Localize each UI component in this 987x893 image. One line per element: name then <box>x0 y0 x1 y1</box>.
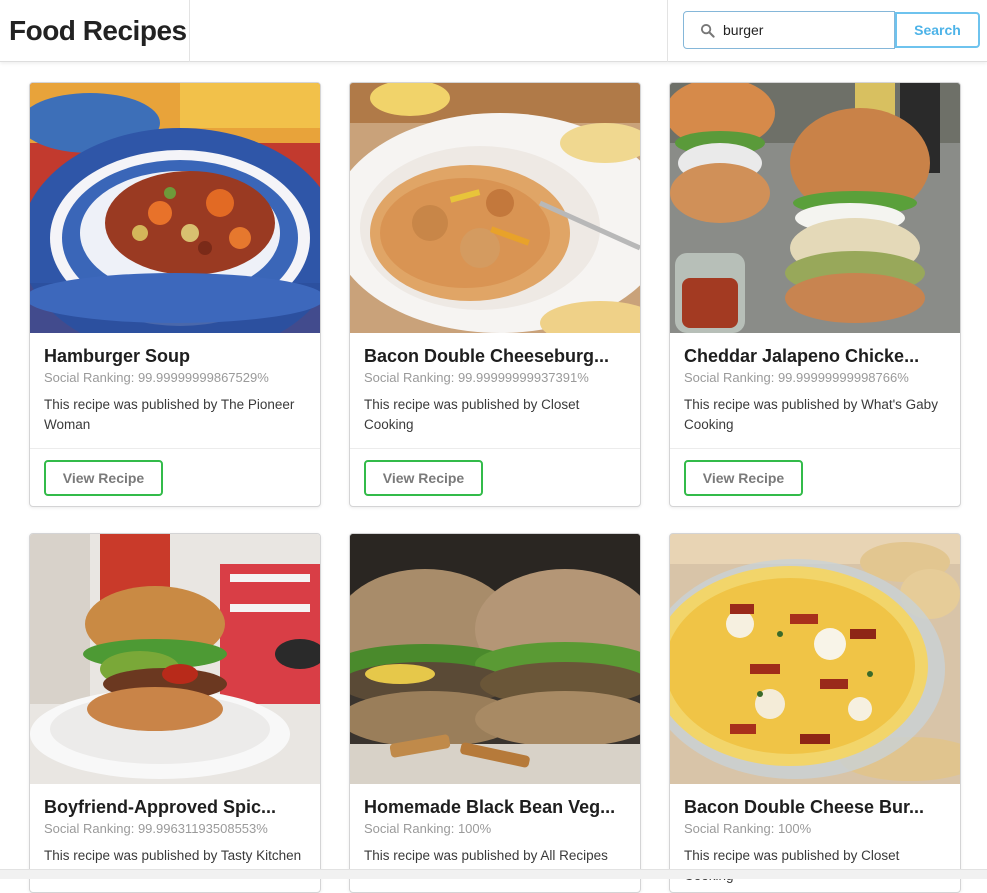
social-ranking: Social Ranking: 99.99999999867529% <box>44 370 269 385</box>
recipe-image[interactable] <box>30 83 320 333</box>
recipe-publisher: This recipe was published by Closet Cook… <box>364 397 580 432</box>
recipe-title[interactable]: Bacon Double Cheese Bur... <box>684 796 946 819</box>
card-content: Cheddar Jalapeno Chicke... Social Rankin… <box>670 333 960 435</box>
recipe-card: Bacon Double Cheeseburg... Social Rankin… <box>349 82 641 507</box>
recipe-image[interactable] <box>670 83 960 333</box>
view-recipe-button[interactable]: View Recipe <box>44 460 163 496</box>
recipe-publisher: This recipe was published by All Recipes <box>364 848 608 863</box>
recipe-title[interactable]: Hamburger Soup <box>44 345 306 368</box>
recipe-publisher: This recipe was published by Tasty Kitch… <box>44 848 302 863</box>
recipe-publisher: This recipe was published by The Pioneer… <box>44 397 295 432</box>
card-content: Bacon Double Cheeseburg... Social Rankin… <box>350 333 640 435</box>
horizontal-scrollbar[interactable] <box>0 869 987 879</box>
brand: Food Recipes <box>0 0 190 62</box>
recipe-image[interactable] <box>30 534 320 784</box>
view-recipe-button[interactable]: View Recipe <box>684 460 803 496</box>
recipe-card: Hamburger Soup Social Ranking: 99.999999… <box>29 82 321 507</box>
social-ranking: Social Ranking: 100% <box>684 821 812 836</box>
recipe-image[interactable] <box>670 534 960 784</box>
search-icon <box>692 12 722 48</box>
header-divider <box>667 0 668 62</box>
recipe-image[interactable] <box>350 83 640 333</box>
social-ranking: Social Ranking: 99.99999999998766% <box>684 370 909 385</box>
recipe-publisher: This recipe was published by What's Gaby… <box>684 397 938 432</box>
recipe-title[interactable]: Cheddar Jalapeno Chicke... <box>684 345 946 368</box>
recipe-publisher: This recipe was published by Closet Cook… <box>684 848 900 883</box>
recipe-card: Homemade Black Bean Veg... Social Rankin… <box>349 533 641 893</box>
card-content: Hamburger Soup Social Ranking: 99.999999… <box>30 333 320 435</box>
search-box[interactable] <box>683 11 895 49</box>
social-ranking: Social Ranking: 99.99999999937391% <box>364 370 589 385</box>
recipe-card: Boyfriend-Approved Spic... Social Rankin… <box>29 533 321 893</box>
recipe-card: Cheddar Jalapeno Chicke... Social Rankin… <box>669 82 961 507</box>
top-header: Food Recipes Search <box>0 0 987 62</box>
recipe-title[interactable]: Bacon Double Cheeseburg... <box>364 345 626 368</box>
card-footer: View Recipe <box>350 448 640 506</box>
recipe-image[interactable] <box>350 534 640 784</box>
card-footer: View Recipe <box>30 448 320 506</box>
social-ranking: Social Ranking: 100% <box>364 821 492 836</box>
recipe-card: Bacon Double Cheese Bur... Social Rankin… <box>669 533 961 893</box>
search-input[interactable] <box>722 15 882 45</box>
card-footer: View Recipe <box>670 448 960 506</box>
social-ranking: Social Ranking: 99.99631193508553% <box>44 821 268 836</box>
view-recipe-button[interactable]: View Recipe <box>364 460 483 496</box>
recipe-title[interactable]: Homemade Black Bean Veg... <box>364 796 626 819</box>
search-button[interactable]: Search <box>895 12 980 48</box>
recipe-title[interactable]: Boyfriend-Approved Spic... <box>44 796 306 819</box>
app-title: Food Recipes <box>9 15 187 46</box>
